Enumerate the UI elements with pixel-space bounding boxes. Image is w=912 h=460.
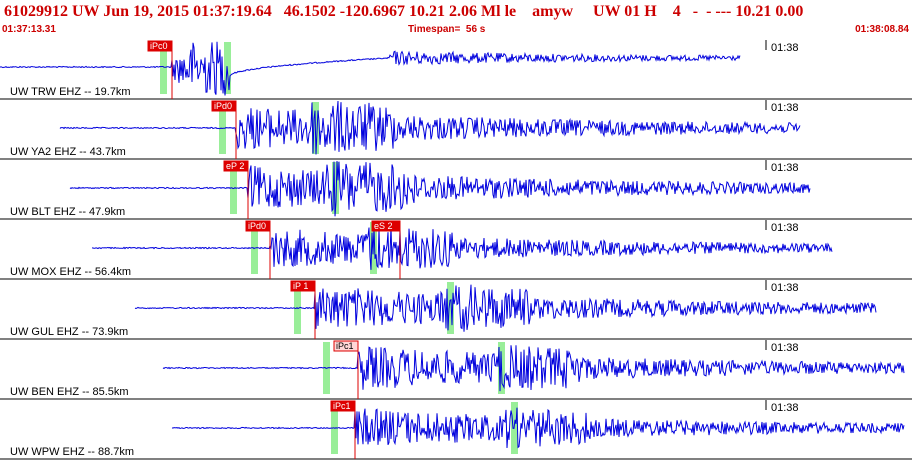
time-tick-label: 01:38 [771,282,799,294]
seismogram-panel: 01:38 iPc0 UW TRW EHZ -- 19.7km 01:38 iPd0 UW… [0,40,912,460]
trace-row: 01:38 iPc1 UW WPW EHZ -- 88.7km [0,400,912,460]
pick-label: iPd0 [248,221,266,231]
trace-row: 01:38 iPc1 UW BEN EHZ -- 85.5km [0,340,912,400]
pick-label: iPc1 [333,401,351,411]
waveform [59,100,801,155]
waveform [134,284,877,332]
station-label: UW WPW EHZ -- 88.7km [10,446,134,458]
trace-row: 01:38 iPc0 UW TRW EHZ -- 19.7km [0,40,912,100]
station-label: UW BEN EHZ -- 85.5km [10,386,129,398]
station-label: UW YA2 EHZ -- 43.7km [10,146,126,158]
trace-row: 01:38 iPd0 UW YA2 EHZ -- 43.7km [0,100,912,160]
time-tick-label: 01:38 [771,222,799,234]
pick-label-s: eS 2 [374,221,393,231]
start-time: 01:37:13.31 [2,24,56,35]
waveform [69,160,811,217]
event-header: 61029912 UW Jun 19, 2015 01:37:19.64 46.… [0,0,912,40]
station-label: UW MOX EHZ -- 56.4km [10,266,131,278]
pick-label: iPc0 [150,41,168,51]
station-label: UW TRW EHZ -- 19.7km [10,86,131,98]
event-title: 61029912 UW Jun 19, 2015 01:37:19.64 46.… [4,3,804,20]
timespan: Timespan= 56 s [408,24,486,35]
time-tick-label: 01:38 [771,102,799,114]
trace-row: 01:38 iPd0 eS 2 UW MOX EHZ -- 56.4km [0,220,912,280]
pick-label: iPd0 [214,101,232,111]
pick-label: iP 1 [293,281,308,291]
time-tick-label: 01:38 [771,162,799,174]
end-time: 01:38:08.84 [855,24,909,35]
time-tick-label: 01:38 [771,342,799,354]
station-label: UW BLT EHZ -- 47.9km [10,206,125,218]
seismogram-svg: 01:38 iPc0 UW TRW EHZ -- 19.7km 01:38 iPd0 UW… [0,40,912,460]
trace-row: 01:38 eP 2 UW BLT EHZ -- 47.9km [0,160,912,220]
time-tick-label: 01:38 [771,42,799,54]
trace-row: 01:38 iP 1 UW GUL EHZ -- 73.9km [0,280,912,340]
time-tick-label: 01:38 [771,402,799,414]
station-label: UW GUL EHZ -- 73.9km [10,326,128,338]
pick-label: eP 2 [226,161,244,171]
pick-label: iPc1 [336,341,354,351]
waveform [91,226,833,270]
